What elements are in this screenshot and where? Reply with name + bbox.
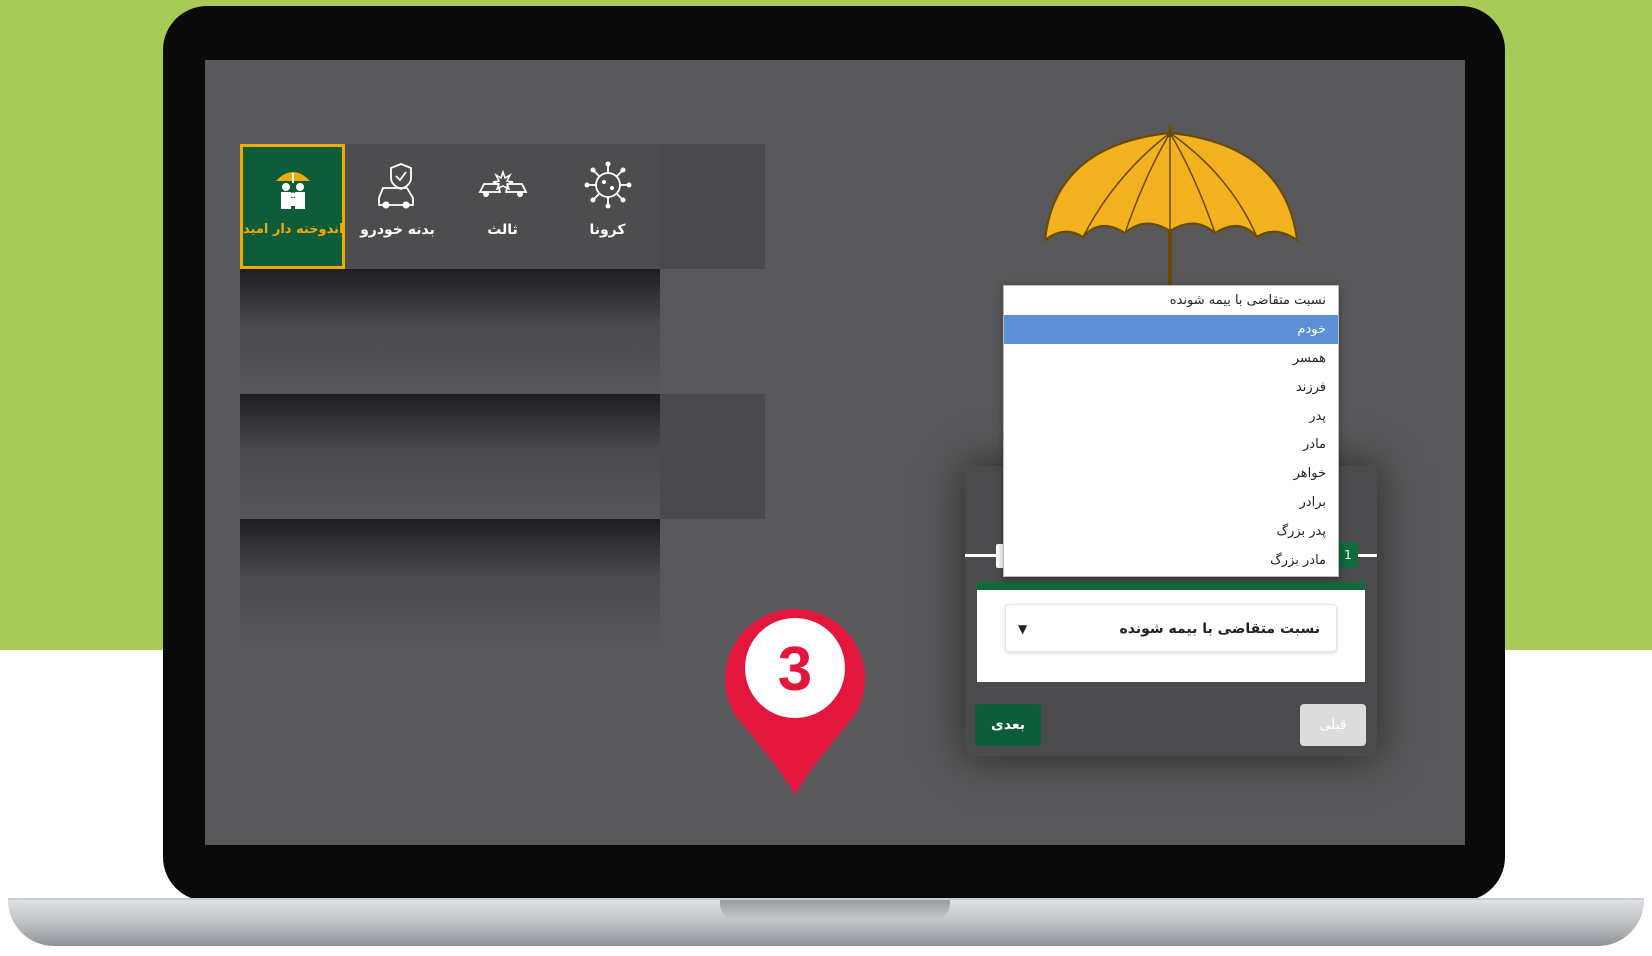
empty-tile (555, 519, 660, 644)
previous-button[interactable]: قبلی (1300, 704, 1366, 746)
dropdown-option-mother[interactable]: مادر (1004, 430, 1338, 459)
service-tile-car-body[interactable]: بدنه خودرو (345, 144, 450, 269)
dropdown-option-father[interactable]: پدر (1004, 402, 1338, 431)
stepper-badge: 1 (1338, 542, 1358, 568)
relation-select-value: نسبت متقاضی با بیمه شونده (1119, 621, 1320, 637)
service-grid: اندوخته دار امید بدنه خودرو ثالث کرونا (240, 144, 765, 644)
dropdown-option-spouse[interactable]: همسر (1004, 344, 1338, 373)
service-label: اندوخته دار امید (243, 222, 344, 237)
relation-select[interactable]: نسبت متقاضی با بیمه شونده ▼ (1005, 604, 1337, 652)
service-label: بدنه خودرو (360, 222, 435, 238)
dropdown-option-grandfather[interactable]: پدر بزرگ (1004, 517, 1338, 546)
dropdown-header: نسبت متقاضی با بیمه شونده (1169, 293, 1326, 308)
service-label: کرونا (589, 222, 626, 238)
empty-tile (555, 394, 660, 519)
dropdown-option-grandmother[interactable]: مادر بزرگ (1004, 546, 1338, 575)
family-umbrella-icon (275, 172, 310, 209)
service-tile-third-party[interactable]: ثالث (450, 144, 555, 269)
caret-down-icon: ▼ (1018, 622, 1028, 636)
service-tile-corona[interactable]: کرونا (555, 144, 660, 269)
empty-tile (345, 519, 450, 644)
laptop-notch (720, 900, 950, 920)
empty-tile (345, 394, 450, 519)
map-pin-icon: 3 (725, 608, 865, 795)
dropdown-option-child[interactable]: فرزند (1004, 373, 1338, 402)
laptop-screen: اندوخته دار امید بدنه خودرو ثالث کرونا 1… (205, 60, 1465, 845)
car-shield-icon (377, 163, 414, 209)
empty-tile (240, 519, 345, 644)
dropdown-option-sister[interactable]: خواهر (1004, 459, 1338, 488)
dropdown-option-brother[interactable]: برادر (1004, 488, 1338, 517)
service-label: ثالث (487, 222, 518, 238)
empty-tile (660, 144, 765, 269)
empty-tile (345, 269, 450, 394)
empty-tile (450, 269, 555, 394)
empty-tile (555, 269, 660, 394)
next-button[interactable]: بعدی (975, 704, 1041, 746)
service-tile-omid[interactable]: اندوخته دار امید (240, 144, 345, 269)
pin-number: 3 (778, 635, 812, 704)
empty-tile (660, 394, 765, 519)
car-crash-icon (478, 169, 527, 197)
virus-icon (584, 161, 631, 209)
relation-dropdown-list: نسبت متقاضی با بیمه شونده خودم همسر فرزن… (1003, 285, 1339, 577)
empty-tile (240, 269, 345, 394)
empty-tile (240, 394, 345, 519)
dropdown-option-self[interactable]: خودم (1004, 314, 1338, 344)
empty-tile (450, 519, 555, 644)
empty-tile (450, 394, 555, 519)
